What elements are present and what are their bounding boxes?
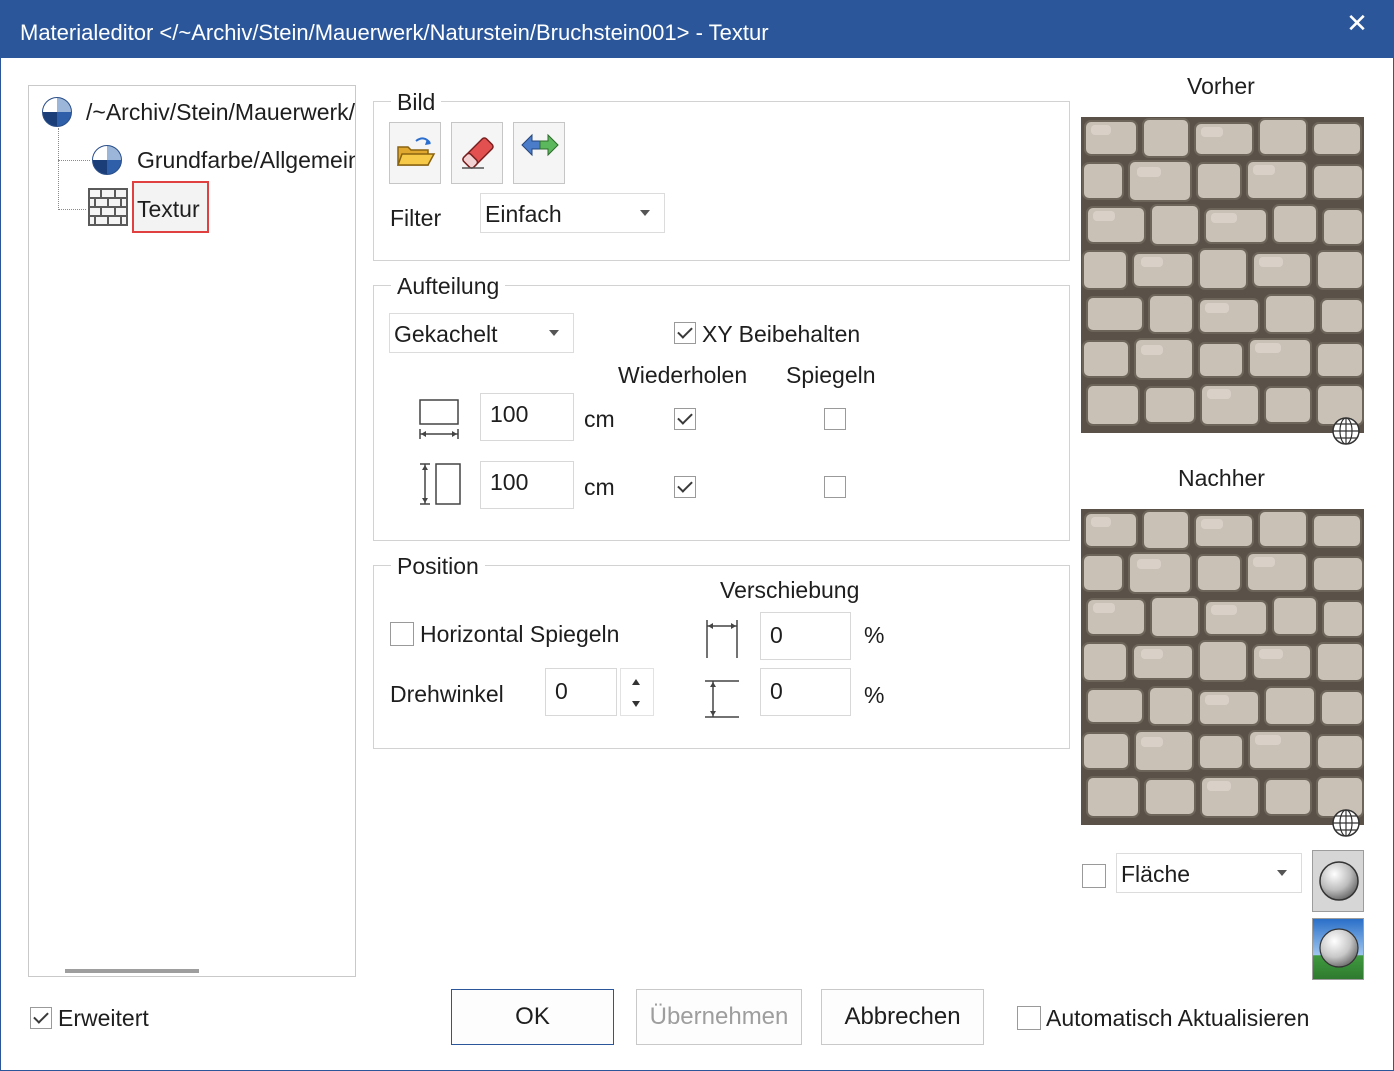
rotation-value: 0: [555, 678, 568, 704]
tree-item-root[interactable]: /~Archiv/Stein/Mauerwerk/Naturstein: [39, 94, 356, 130]
title-bar: Materialeditor </~Archiv/Stein/Mauerwerk…: [0, 0, 1394, 58]
close-icon: ✕: [1346, 8, 1368, 38]
rotation-input[interactable]: 0: [545, 668, 617, 716]
repeat-y-checkbox[interactable]: [674, 476, 696, 498]
shift-x-unit: %: [864, 622, 885, 648]
horizontal-mirror-checkbox[interactable]: [390, 622, 414, 646]
tree-connector: [58, 128, 59, 210]
preview-shape-select[interactable]: Fläche: [1116, 853, 1302, 893]
position-group-title: Position: [391, 553, 485, 580]
material-sphere-icon: [42, 97, 72, 127]
globe-icon[interactable]: [1331, 808, 1361, 838]
horizontal-mirror-label: Horizontal Spiegeln: [420, 621, 620, 647]
material-sphere-icon: [92, 145, 122, 175]
material-tree[interactable]: /~Archiv/Stein/Mauerwerk/Naturstein Grun…: [28, 85, 356, 977]
before-label: Vorher: [1187, 73, 1255, 99]
repeat-x-checkbox[interactable]: [674, 408, 696, 430]
clear-image-button[interactable]: [451, 122, 503, 184]
extended-checkbox[interactable]: [30, 1007, 52, 1029]
filter-label: Filter: [390, 205, 442, 231]
cancel-button[interactable]: Abbrechen: [821, 989, 984, 1045]
tile-height-input[interactable]: 100: [480, 461, 574, 509]
tree-item-label: Grundfarbe/Allgemein: [137, 147, 356, 173]
spin-down-icon[interactable]: [632, 701, 640, 707]
tile-width-unit: cm: [584, 406, 615, 432]
shift-y-unit: %: [864, 682, 885, 708]
chevron-down-icon: [640, 210, 650, 216]
tile-width-input[interactable]: 100: [480, 393, 574, 441]
shift-y-input[interactable]: 0: [760, 668, 851, 716]
window-title: Materialeditor </~Archiv/Stein/Mauerwerk…: [20, 20, 769, 45]
tile-width-value: 100: [490, 401, 529, 427]
tiling-mode-value: Gekachelt: [394, 321, 498, 347]
spin-up-icon[interactable]: [632, 679, 640, 685]
after-label: Nachher: [1178, 465, 1265, 491]
chevron-down-icon: [1277, 870, 1287, 876]
open-folder-icon: [396, 137, 436, 166]
rotation-spinner[interactable]: [620, 668, 654, 716]
tree-connector: [58, 209, 86, 210]
extended-label: Erweitert: [58, 1005, 149, 1031]
shift-x-input[interactable]: 0: [760, 612, 851, 660]
after-preview-image: [1081, 509, 1364, 825]
sphere-icon: [1319, 861, 1359, 901]
eraser-icon: [462, 137, 494, 169]
sphere-preview-button[interactable]: [1312, 850, 1364, 912]
rotation-label: Drehwinkel: [390, 681, 504, 707]
open-image-button[interactable]: [389, 122, 441, 184]
apply-button[interactable]: Übernehmen: [636, 989, 802, 1045]
mirror-column-header: Spiegeln: [786, 362, 876, 388]
swap-image-button[interactable]: [513, 122, 565, 184]
auto-update-label: Automatisch Aktualisieren: [1046, 1005, 1310, 1031]
horizontal-scrollbar[interactable]: [65, 969, 199, 973]
tile-height-value: 100: [490, 469, 529, 495]
aufteilung-group-title: Aufteilung: [391, 273, 506, 300]
shift-x-value: 0: [770, 622, 783, 648]
bild-group-title: Bild: [391, 89, 442, 116]
shift-x-icon: [706, 620, 738, 658]
shift-y-icon: [705, 680, 739, 718]
preview-shape-checkbox[interactable]: [1082, 864, 1106, 888]
tree-item-label: /~Archiv/Stein/Mauerwerk/Naturstein: [86, 99, 356, 125]
ok-button[interactable]: OK: [451, 989, 614, 1045]
tiling-mode-select[interactable]: Gekachelt: [389, 313, 574, 353]
width-icon: [419, 399, 459, 439]
height-icon: [420, 463, 461, 505]
tree-item-label: Textur: [137, 196, 200, 222]
tree-connector: [58, 160, 90, 161]
repeat-column-header: Wiederholen: [618, 362, 748, 388]
tree-item-grundfarbe[interactable]: Grundfarbe/Allgemein: [89, 142, 356, 178]
environment-preview-button[interactable]: [1312, 918, 1364, 980]
swap-arrows-icon: [521, 133, 559, 157]
shift-y-value: 0: [770, 678, 783, 704]
sphere-on-grass-icon: [1319, 928, 1359, 968]
brick-wall-icon: [88, 188, 128, 226]
filter-select[interactable]: Einfach: [480, 193, 665, 233]
auto-update-checkbox[interactable]: [1017, 1006, 1041, 1030]
xy-keep-checkbox[interactable]: [674, 322, 696, 344]
mirror-y-checkbox[interactable]: [824, 476, 846, 498]
xy-keep-label: XY Beibehalten: [702, 321, 861, 347]
globe-icon[interactable]: [1331, 416, 1361, 446]
close-button[interactable]: ✕: [1336, 8, 1378, 38]
preview-shape-value: Fläche: [1121, 861, 1191, 887]
chevron-down-icon: [549, 330, 559, 336]
tile-height-unit: cm: [584, 474, 615, 500]
mirror-x-checkbox[interactable]: [824, 408, 846, 430]
tree-item-textur[interactable]: Textur: [87, 181, 217, 236]
shift-label: Verschiebung: [720, 577, 860, 603]
filter-select-value: Einfach: [485, 201, 562, 227]
before-preview-image: [1081, 117, 1364, 433]
